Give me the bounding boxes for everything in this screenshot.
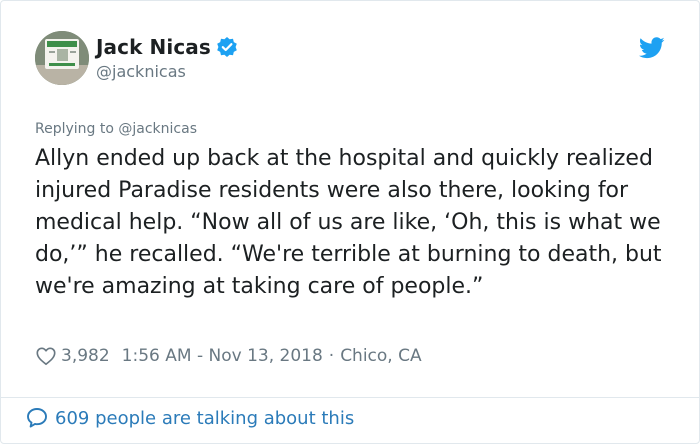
like-count[interactable]: 3,982 xyxy=(61,346,110,366)
twitter-bird-icon[interactable] xyxy=(638,37,665,59)
tweet-meta: 3,982 1:56 AM - Nov 13, 2018 · Chico, CA xyxy=(35,345,422,367)
heart-icon[interactable] xyxy=(35,345,57,367)
user-names[interactable]: Jack Nicas @jacknicas xyxy=(96,35,238,81)
timestamp[interactable]: 1:56 AM - Nov 13, 2018 xyxy=(122,346,323,366)
replying-to-label[interactable]: Replying to @jacknicas xyxy=(35,121,197,137)
speech-bubble-icon xyxy=(25,406,49,430)
tweet-text: Allyn ended up back at the hospital and … xyxy=(35,146,662,299)
display-name[interactable]: Jack Nicas xyxy=(96,35,211,59)
meta-separator: · xyxy=(328,346,335,366)
footer-divider xyxy=(1,397,699,398)
tweet-card: Jack Nicas @jacknicas Replying to @jackn… xyxy=(0,0,700,444)
avatar[interactable] xyxy=(35,31,89,85)
user-handle[interactable]: @jacknicas xyxy=(96,62,238,81)
verified-badge-icon xyxy=(216,36,238,58)
location[interactable]: Chico, CA xyxy=(340,346,421,366)
talking-about-link[interactable]: 609 people are talking about this xyxy=(25,406,354,430)
tweet-header: Jack Nicas @jacknicas xyxy=(35,31,675,87)
talking-text[interactable]: 609 people are talking about this xyxy=(55,408,354,429)
